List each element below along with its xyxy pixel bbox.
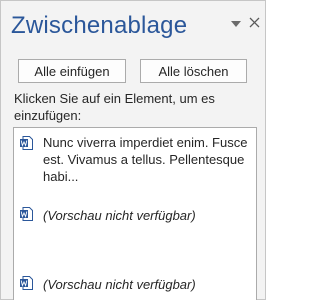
clipboard-item[interactable]: (Vorschau nicht verfügbar) bbox=[20, 274, 250, 293]
word-document-icon bbox=[20, 207, 33, 221]
clipboard-pane: Zwischenablage Alle einfügen Alle lösche… bbox=[0, 0, 266, 300]
clipboard-item-text: (Vorschau nicht verfügbar) bbox=[43, 208, 196, 223]
clear-all-button[interactable]: Alle löschen bbox=[140, 59, 247, 83]
clipboard-item[interactable]: Nunc viverra imperdiet enim. Fusce est. … bbox=[20, 134, 250, 185]
word-document-icon bbox=[20, 276, 33, 290]
clipboard-item-text: (Vorschau nicht verfügbar) bbox=[43, 277, 196, 292]
chevron-down-icon[interactable] bbox=[230, 19, 242, 29]
paste-all-button[interactable]: Alle einfügen bbox=[18, 59, 126, 83]
pane-title: Zwischenablage bbox=[11, 12, 188, 39]
clipboard-item[interactable]: (Vorschau nicht verfügbar) bbox=[20, 205, 250, 224]
instruction-text: Klicken Sie auf ein Element, um es einzu… bbox=[14, 91, 215, 123]
close-icon[interactable] bbox=[247, 15, 261, 29]
word-document-icon bbox=[20, 136, 33, 150]
clipboard-item-list[interactable]: Nunc viverra imperdiet enim. Fusce est. … bbox=[13, 127, 257, 300]
clipboard-item-text: Nunc viverra imperdiet enim. Fusce est. … bbox=[43, 135, 248, 184]
